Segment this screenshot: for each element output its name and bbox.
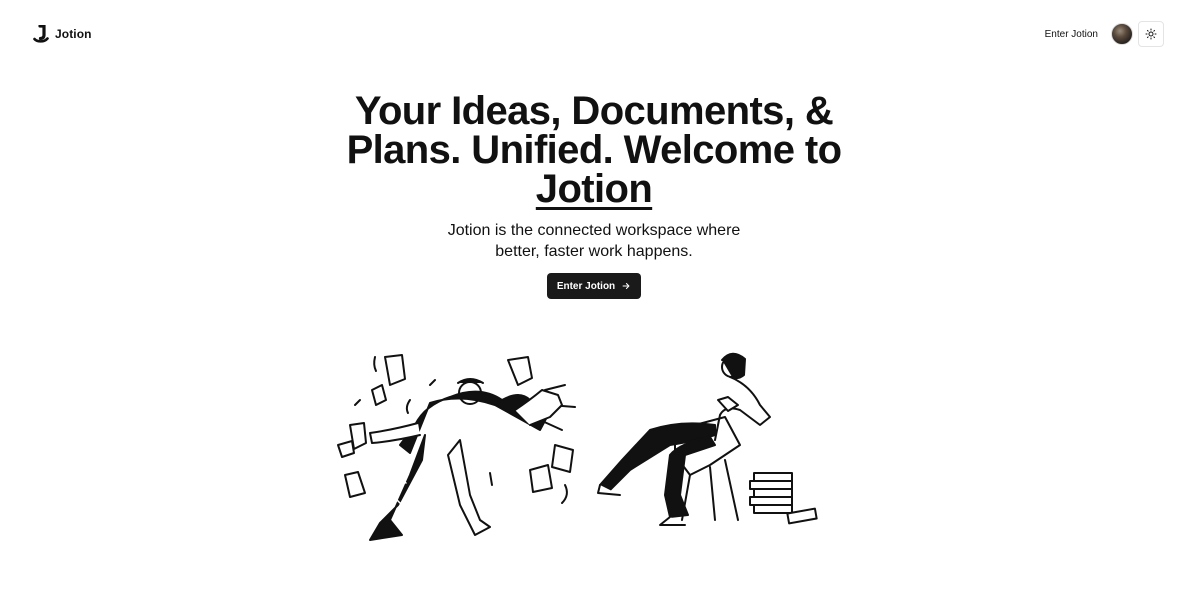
brand-name: Jotion bbox=[55, 27, 92, 41]
headline-brand: Jotion bbox=[535, 167, 653, 211]
arrow-right-icon bbox=[622, 282, 630, 290]
enter-jotion-link[interactable]: Enter Jotion bbox=[1037, 23, 1106, 46]
navbar: Jotion Enter Jotion bbox=[0, 0, 1188, 68]
hero-illustrations bbox=[330, 345, 830, 555]
navbar-actions: Enter Jotion bbox=[1037, 21, 1164, 47]
headline-text: Your Ideas, Documents, & Plans. Unified.… bbox=[346, 89, 842, 172]
reading-person-illustration bbox=[597, 352, 818, 526]
jotion-logo-icon bbox=[33, 25, 49, 43]
sun-icon bbox=[1145, 28, 1157, 40]
brand-logo-link[interactable]: Jotion bbox=[33, 25, 92, 43]
hero-section: Your Ideas, Documents, & Plans. Unified.… bbox=[0, 89, 1188, 299]
cta-label: Enter Jotion bbox=[556, 280, 616, 292]
enter-jotion-button[interactable]: Enter Jotion bbox=[546, 273, 642, 299]
hero-subheadline: Jotion is the connected workspace where … bbox=[447, 222, 741, 260]
hero-headline: Your Ideas, Documents, & Plans. Unified.… bbox=[334, 89, 854, 211]
theme-toggle-button[interactable] bbox=[1138, 21, 1164, 47]
avatar[interactable] bbox=[1111, 23, 1133, 45]
juggling-person-illustration bbox=[337, 354, 576, 541]
